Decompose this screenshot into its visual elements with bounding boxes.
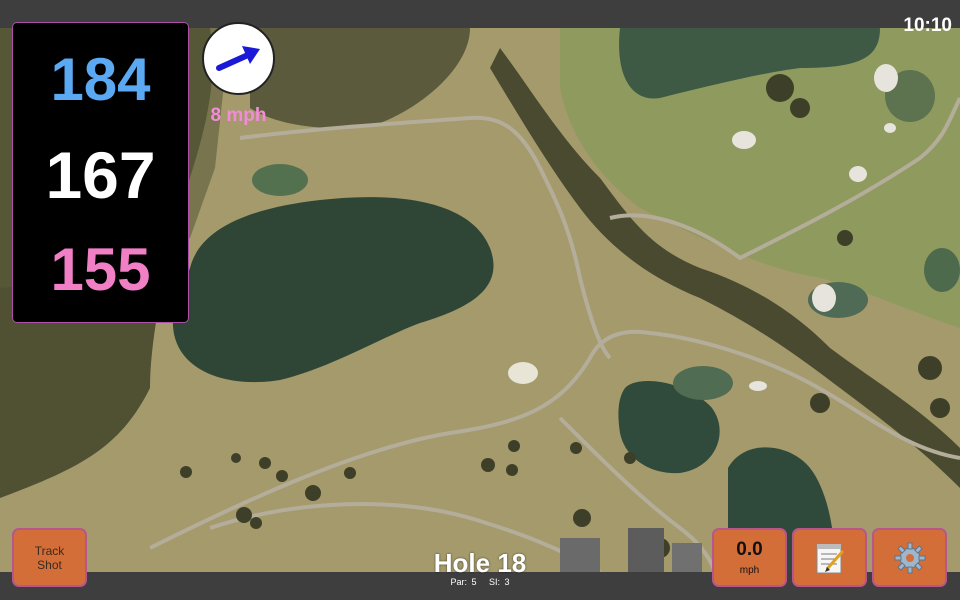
track-shot-button[interactable]: Track Shot bbox=[12, 528, 87, 587]
hole-title: Hole 18 bbox=[433, 548, 527, 578]
status-time: 10:10 bbox=[903, 15, 952, 36]
distance-middle: 167 bbox=[45, 138, 156, 212]
distance-front: 155 bbox=[50, 236, 151, 303]
notepad-icon bbox=[816, 543, 844, 573]
hole-info: Par: 5 SI: 3 bbox=[400, 577, 560, 587]
speed-button[interactable]: 0.0 mph bbox=[712, 528, 787, 587]
hole-stroke-index: SI: 3 bbox=[489, 577, 510, 587]
speed-value: 0.0 bbox=[736, 539, 763, 560]
track-shot-label-line2: Shot bbox=[37, 557, 62, 572]
speed-unit: mph bbox=[739, 565, 760, 576]
wind-direction-indicator bbox=[202, 22, 275, 95]
distance-panel: 184 167 155 bbox=[12, 22, 189, 323]
distance-back: 184 bbox=[50, 46, 151, 113]
track-shot-label-line1: Track bbox=[34, 543, 65, 558]
notes-button[interactable] bbox=[792, 528, 867, 587]
wind-speed-label: 8 mph bbox=[210, 105, 267, 126]
golf-gps-screen: 10:10 184 167 155 8 mph Track Shot Hole … bbox=[0, 0, 960, 600]
gear-icon bbox=[894, 542, 925, 573]
hole-par: Par: 5 bbox=[450, 577, 477, 587]
settings-button[interactable] bbox=[872, 528, 947, 587]
wind-direction-arrow-icon bbox=[216, 46, 260, 71]
